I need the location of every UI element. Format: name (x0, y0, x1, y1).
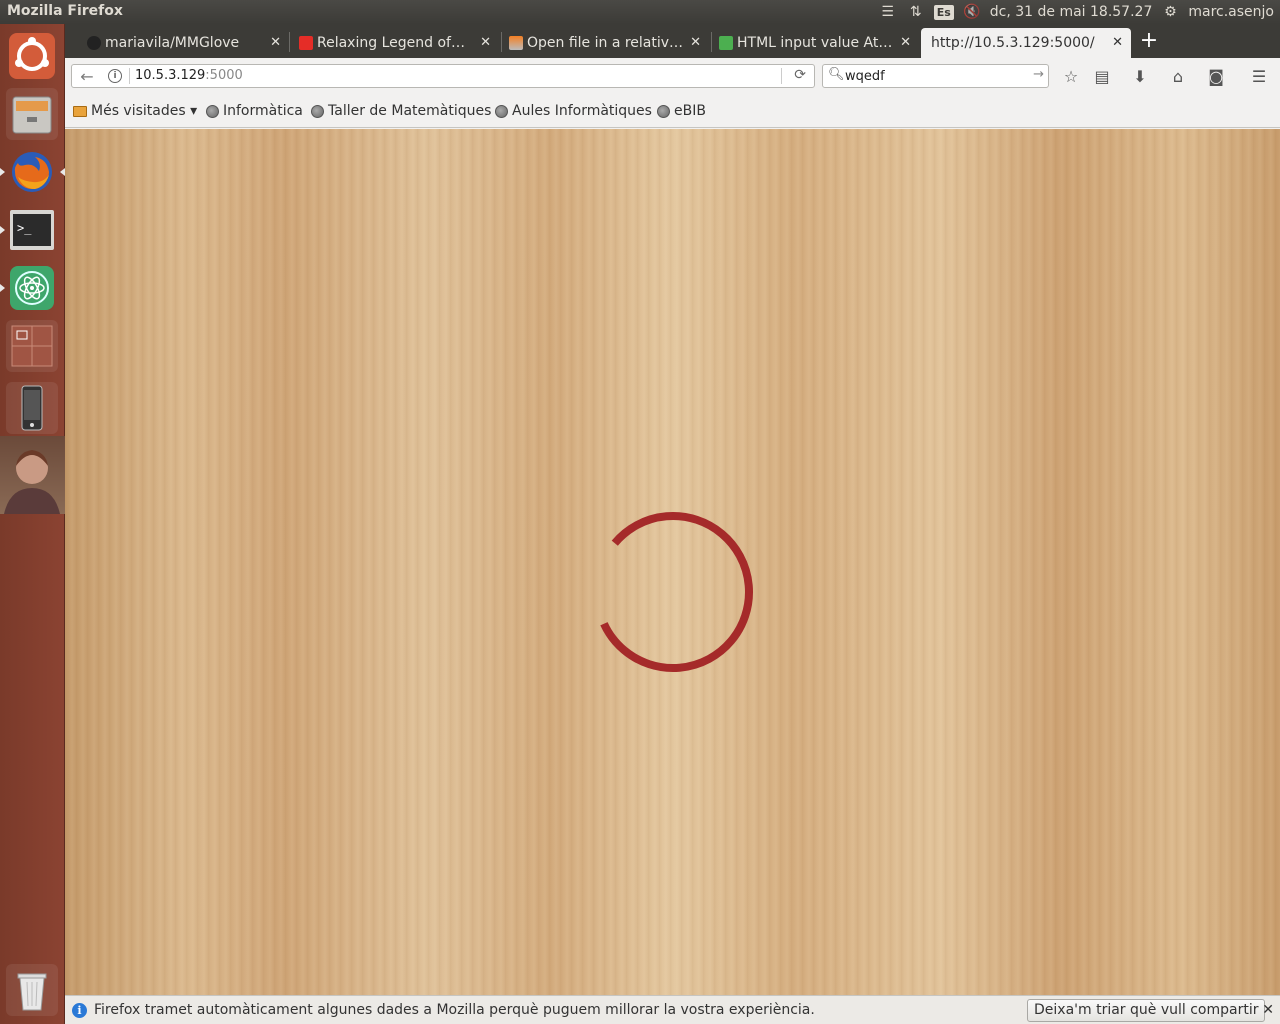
reload-icon[interactable]: ⟳ (794, 67, 806, 83)
files-icon[interactable] (6, 88, 58, 140)
notification-message: Firefox tramet automàticament algunes da… (94, 1002, 815, 1018)
bookmark-taller-matematiques[interactable]: Taller de Matemàtiques (311, 103, 491, 119)
network-icon[interactable]: ⇅ (906, 2, 926, 22)
bookmark-star-icon[interactable]: ☆ (1059, 65, 1083, 87)
svg-text:>_: >_ (17, 221, 32, 235)
tab-label: Relaxing Legend of Zelda (317, 35, 465, 51)
bookmark-label: Informàtica (223, 103, 303, 119)
youtube-icon (299, 36, 313, 50)
clock[interactable]: dc, 31 de mai 18.57.27 (990, 4, 1153, 20)
workspace-switcher-icon[interactable] (6, 320, 58, 372)
info-icon: i (72, 1003, 87, 1018)
firefox-window: mariavila/MMGlove ✕ Relaxing Legend of Z… (65, 24, 1280, 1024)
folder-icon (73, 105, 87, 117)
url-bar[interactable]: ← i 10.5.3.129:5000 ⟳ (71, 64, 815, 88)
url-text[interactable]: 10.5.3.129:5000 (135, 68, 243, 83)
top-panel: Mozilla Firefox ☰ ⇅ Es 🔇 dc, 31 de mai 1… (0, 0, 1280, 24)
search-bar[interactable]: 🔍︎ → (822, 64, 1049, 88)
navigation-toolbar: ← i 10.5.3.129:5000 ⟳ 🔍︎ → ☆ ▤ ⬇ ⌂ ◙ ☰ (65, 58, 1280, 94)
tab-label: http://10.5.3.129:5000/ (931, 35, 1095, 51)
hamburger-menu-icon[interactable]: ☰ (1247, 65, 1271, 87)
bookmark-label: Aules Informàtiques (512, 103, 652, 119)
search-go-arrow-icon[interactable]: → (1033, 67, 1044, 82)
reading-list-icon[interactable]: ▤ (1090, 65, 1114, 87)
loading-spinner (593, 512, 753, 672)
notification-bar: i Firefox tramet automàticament algunes … (65, 995, 1280, 1024)
bookmark-label: Més visitades ▾ (91, 103, 198, 119)
tab-bar: mariavila/MMGlove ✕ Relaxing Legend of Z… (65, 24, 1280, 58)
tab-close-icon[interactable]: ✕ (690, 35, 701, 50)
bookmark-label: Taller de Matemàtiques (328, 103, 492, 119)
tab-w3schools[interactable]: HTML input value At… ✕ (713, 28, 919, 58)
new-tab-button[interactable]: + (1137, 29, 1161, 53)
bookmarks-toolbar: Més visitades ▾ Informàtica Taller de Ma… (65, 94, 1280, 128)
keyboard-language-indicator[interactable]: Es (933, 4, 954, 20)
site-info-icon[interactable]: i (108, 69, 122, 83)
launcher: >_ (0, 24, 65, 1024)
search-icon: 🔍︎ (828, 67, 845, 82)
back-arrow-icon[interactable]: ← (76, 66, 98, 86)
gear-icon[interactable]: ⚙ (1160, 2, 1180, 22)
choose-what-to-share-button[interactable]: Deixa'm triar què vull compartir (1027, 999, 1266, 1022)
tab-close-icon[interactable]: ✕ (900, 35, 911, 50)
github-icon (87, 36, 101, 50)
stackoverflow-icon (509, 36, 523, 50)
bookmark-most-visited[interactable]: Més visitades ▾ (73, 103, 197, 119)
page-content (65, 129, 1280, 995)
tab-label: Open file in a relativ… (527, 35, 684, 51)
globe-icon (206, 104, 219, 118)
tab-active[interactable]: http://10.5.3.129:5000/ ✕ (921, 28, 1131, 58)
bookmark-informatica[interactable]: Informàtica (206, 103, 303, 119)
trash-icon[interactable] (6, 964, 58, 1016)
globe-icon (311, 104, 324, 118)
tab-close-icon[interactable]: ✕ (1112, 35, 1123, 50)
download-arrow-icon[interactable]: ⬇ (1128, 65, 1152, 87)
tab-close-icon[interactable]: ✕ (480, 35, 491, 50)
tab-label: mariavila/MMGlove (105, 35, 240, 51)
firefox-icon[interactable] (0, 146, 65, 198)
w3schools-icon (719, 36, 733, 50)
globe-icon (657, 104, 670, 118)
globe-icon (495, 104, 508, 118)
bookmark-label: eBIB (674, 103, 706, 119)
atom-icon[interactable] (0, 262, 58, 314)
menu-icon[interactable]: ☰ (878, 2, 898, 22)
tab-label: HTML input value At… (737, 35, 893, 51)
tab-stackoverflow[interactable]: Open file in a relativ… ✕ (503, 28, 709, 58)
terminal-icon[interactable]: >_ (0, 204, 58, 256)
device-icon[interactable] (6, 382, 58, 434)
user-photo (0, 436, 65, 514)
bookmark-aules-informatiques[interactable]: Aules Informàtiques (495, 103, 652, 119)
ubuntu-dash-icon[interactable] (6, 30, 58, 82)
volume-muted-icon[interactable]: 🔇 (962, 2, 982, 22)
close-icon[interactable]: ✕ (1262, 1002, 1274, 1018)
tab-github[interactable]: mariavila/MMGlove ✕ (81, 28, 289, 58)
pocket-icon[interactable]: ◙ (1204, 65, 1228, 87)
tab-close-icon[interactable]: ✕ (270, 35, 281, 50)
home-icon[interactable]: ⌂ (1166, 65, 1190, 87)
system-tray: ☰ ⇅ Es 🔇 dc, 31 de mai 18.57.27 ⚙ marc.a… (878, 0, 1274, 24)
tab-youtube[interactable]: Relaxing Legend of Zelda ✕ (293, 28, 499, 58)
window-title: Mozilla Firefox (7, 3, 123, 19)
bookmark-ebib[interactable]: eBIB (657, 103, 706, 119)
user-name[interactable]: marc.asenjo (1188, 4, 1274, 20)
search-input[interactable] (845, 67, 1025, 85)
